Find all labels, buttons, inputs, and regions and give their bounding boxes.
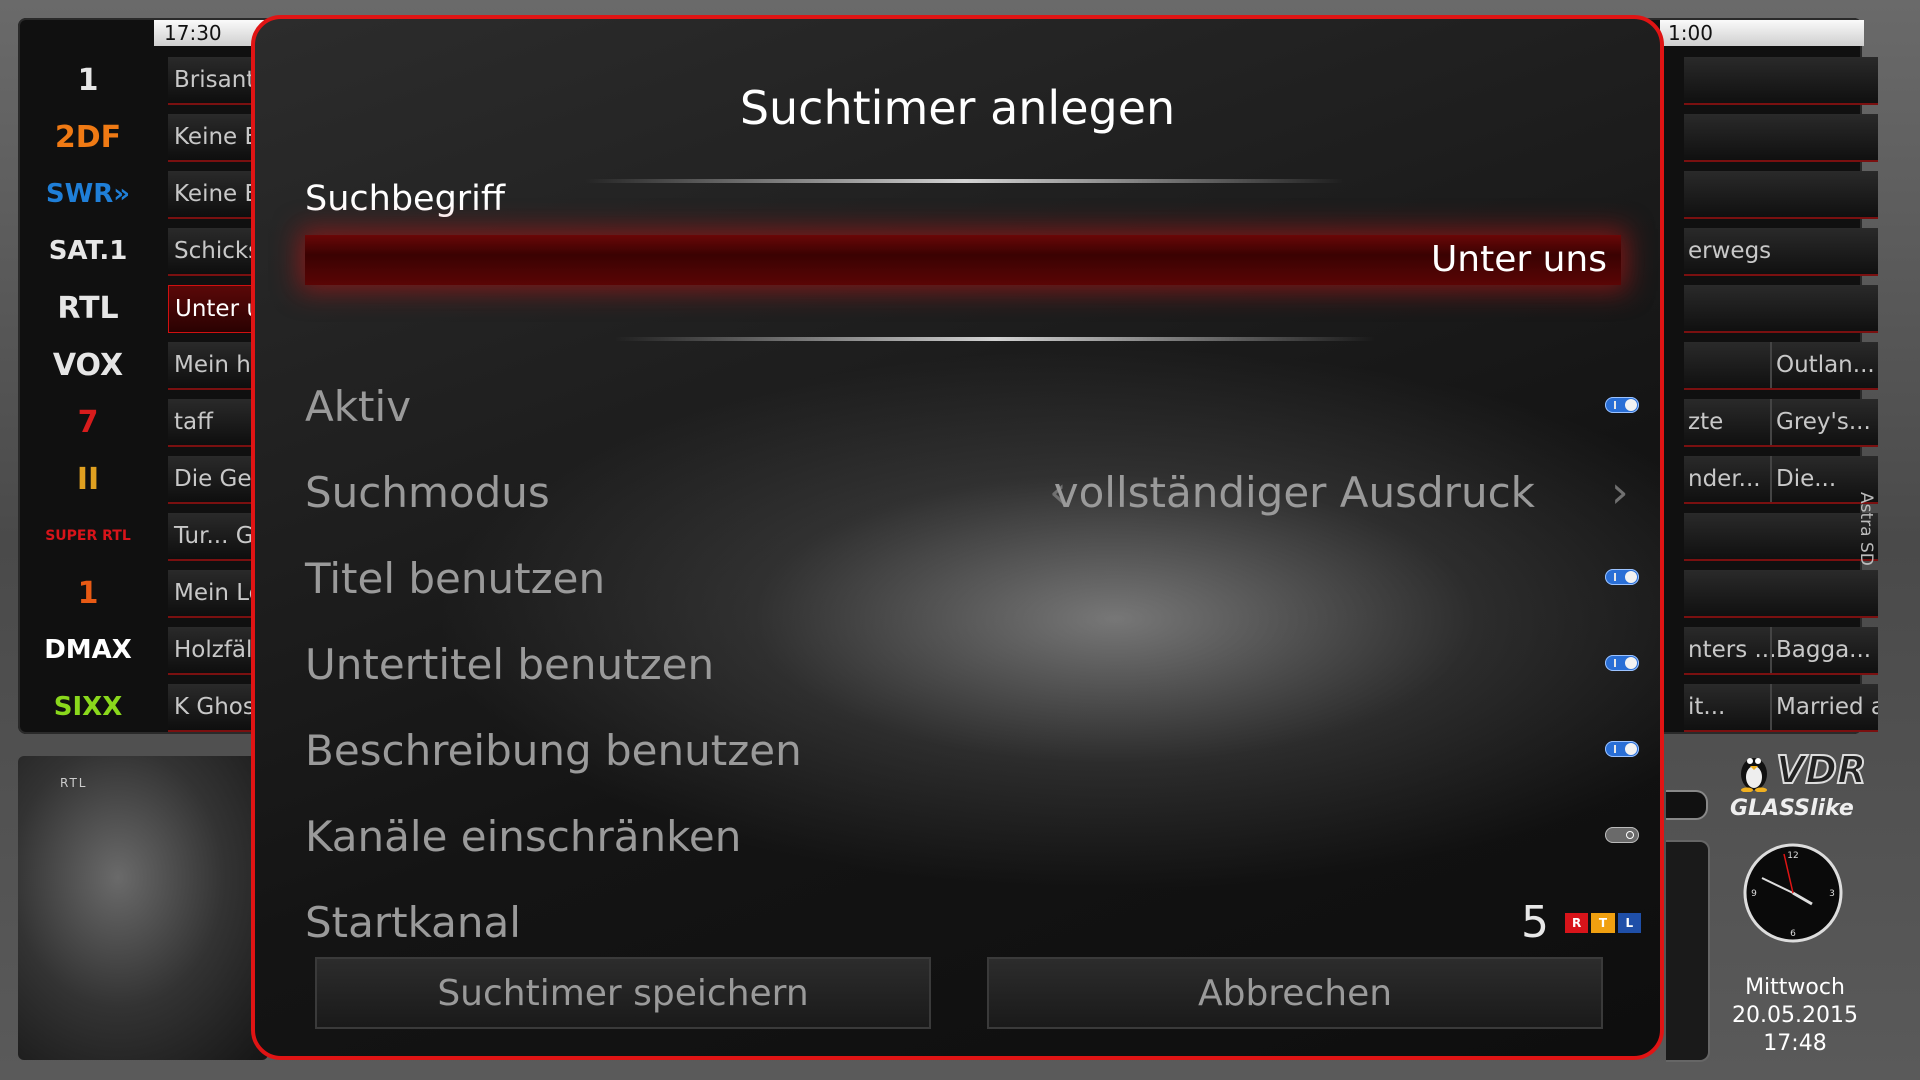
live-preview: RTL bbox=[18, 756, 268, 1060]
program-title: nters ... bbox=[1688, 637, 1777, 663]
program-cell-later[interactable]: erwegs bbox=[1684, 228, 1878, 276]
progress-bar bbox=[1666, 790, 1708, 820]
program-title-next[interactable]: Bagga... bbox=[1770, 627, 1878, 673]
program-cell-later[interactable] bbox=[1684, 285, 1878, 333]
active-toggle[interactable] bbox=[1605, 397, 1639, 413]
svg-text:6: 6 bbox=[1790, 929, 1796, 939]
timeline-end: 1:00 bbox=[1660, 20, 1864, 46]
row-use-description[interactable]: Beschreibung benutzen bbox=[305, 721, 1645, 781]
search-mode-value: vollständiger Ausdruck bbox=[1053, 468, 1535, 517]
row-start-channel[interactable]: Startkanal 5 RTL bbox=[305, 893, 1645, 953]
use-description-label: Beschreibung benutzen bbox=[305, 726, 802, 775]
program-title-next[interactable]: Outlan... bbox=[1770, 342, 1878, 388]
program-title-next[interactable]: Grey's... bbox=[1770, 399, 1878, 445]
row-active[interactable]: Aktiv bbox=[305, 377, 1645, 437]
tux-icon bbox=[1741, 758, 1767, 792]
program-cell-later[interactable]: it... Married at... bbox=[1684, 684, 1878, 732]
program-title: erwegs bbox=[1688, 238, 1772, 264]
channel-logo-icon: SWR» bbox=[45, 179, 131, 209]
program-cell-later[interactable] bbox=[1684, 570, 1878, 618]
weekday: Mittwoch bbox=[1745, 975, 1845, 1000]
svg-text:3: 3 bbox=[1829, 889, 1835, 899]
clock-time: 17:48 bbox=[1763, 1031, 1827, 1056]
date-time: Mittwoch 20.05.2015 17:48 bbox=[1720, 974, 1870, 1058]
channel-logo-icon: SUPER RTL bbox=[45, 528, 131, 544]
separator bbox=[615, 337, 1375, 341]
program-title: zte bbox=[1688, 409, 1724, 435]
search-term-input[interactable]: Unter uns bbox=[305, 235, 1621, 285]
channel-logo-icon: 1 bbox=[77, 62, 99, 98]
channel-logo-icon: SIXX bbox=[53, 692, 123, 722]
use-subtitle-label: Untertitel benutzen bbox=[305, 640, 715, 689]
program-title: nder... bbox=[1688, 466, 1761, 492]
search-term-label: Suchbegriff bbox=[305, 179, 506, 219]
row-use-title[interactable]: Titel benutzen bbox=[305, 549, 1645, 609]
search-mode-label: Suchmodus bbox=[305, 468, 550, 517]
save-search-timer-button[interactable]: Suchtimer speichern bbox=[315, 957, 931, 1029]
source-label: Astra SD bbox=[1856, 492, 1876, 566]
program-cell-later[interactable]: nder... Die... bbox=[1684, 456, 1878, 504]
channel-logo-icon: II bbox=[76, 461, 100, 497]
use-subtitle-toggle[interactable] bbox=[1605, 655, 1639, 671]
analog-clock: 12 3 6 9 bbox=[1743, 843, 1843, 943]
svg-text:12: 12 bbox=[1787, 851, 1798, 861]
channel-logo-icon: 2DF bbox=[54, 119, 122, 155]
program-title-next[interactable]: Married at... bbox=[1770, 684, 1878, 730]
date: 20.05.2015 bbox=[1732, 1003, 1858, 1028]
cancel-button[interactable]: Abbrechen bbox=[987, 957, 1603, 1029]
use-title-toggle[interactable] bbox=[1605, 569, 1639, 585]
channel-logo-icon: VOX bbox=[52, 347, 124, 383]
program-cell-later[interactable] bbox=[1684, 513, 1878, 561]
program-title: it... bbox=[1688, 694, 1726, 720]
search-timer-dialog: Suchtimer anlegen Suchbegriff Unter uns … bbox=[251, 15, 1664, 1060]
dialog-title: Suchtimer anlegen bbox=[739, 81, 1176, 135]
skin-name: GLASSlike bbox=[1730, 796, 1854, 821]
row-search-mode[interactable]: Suchmodus ‹ vollständiger Ausdruck › bbox=[305, 463, 1645, 523]
row-limit-channels[interactable]: Kanäle einschränken bbox=[305, 807, 1645, 867]
limit-channels-toggle[interactable] bbox=[1605, 827, 1639, 843]
program-cell-later[interactable]: Outlan... bbox=[1684, 342, 1878, 390]
active-label: Aktiv bbox=[305, 382, 412, 431]
channel-logo-icon: DMAX bbox=[44, 635, 132, 665]
rtl-logo-icon: RTL bbox=[1565, 913, 1641, 933]
use-description-toggle[interactable] bbox=[1605, 741, 1639, 757]
info-panel bbox=[1666, 840, 1710, 1062]
program-cell-later[interactable]: nters ... Bagga... bbox=[1684, 627, 1878, 675]
svg-text:9: 9 bbox=[1751, 889, 1757, 899]
program-cell-later[interactable] bbox=[1684, 57, 1878, 105]
channel-logo-icon: RTL bbox=[57, 290, 119, 326]
channel-logo-icon: 7 bbox=[77, 404, 99, 440]
start-channel-label: Startkanal bbox=[305, 898, 521, 947]
channel-logo-icon: 1 bbox=[77, 575, 99, 611]
limit-channels-label: Kanäle einschränken bbox=[305, 812, 742, 861]
row-use-subtitle[interactable]: Untertitel benutzen bbox=[305, 635, 1645, 695]
timeline-start: 17:30 bbox=[154, 20, 264, 46]
use-title-label: Titel benutzen bbox=[305, 554, 606, 603]
chevron-right-icon[interactable]: › bbox=[1611, 469, 1629, 517]
preview-channel-logo: RTL bbox=[60, 776, 88, 790]
program-cell-later[interactable]: zte Grey's... bbox=[1684, 399, 1878, 447]
channel-logo-icon: SAT.1 bbox=[48, 236, 128, 266]
separator bbox=[585, 179, 1345, 183]
program-cell-later[interactable] bbox=[1684, 114, 1878, 162]
vdr-text: VDR bbox=[1775, 747, 1867, 793]
start-channel-number: 5 bbox=[1521, 897, 1549, 948]
vdr-logo: VDR GLASSlike bbox=[1730, 747, 1867, 826]
program-cell-later[interactable] bbox=[1684, 171, 1878, 219]
